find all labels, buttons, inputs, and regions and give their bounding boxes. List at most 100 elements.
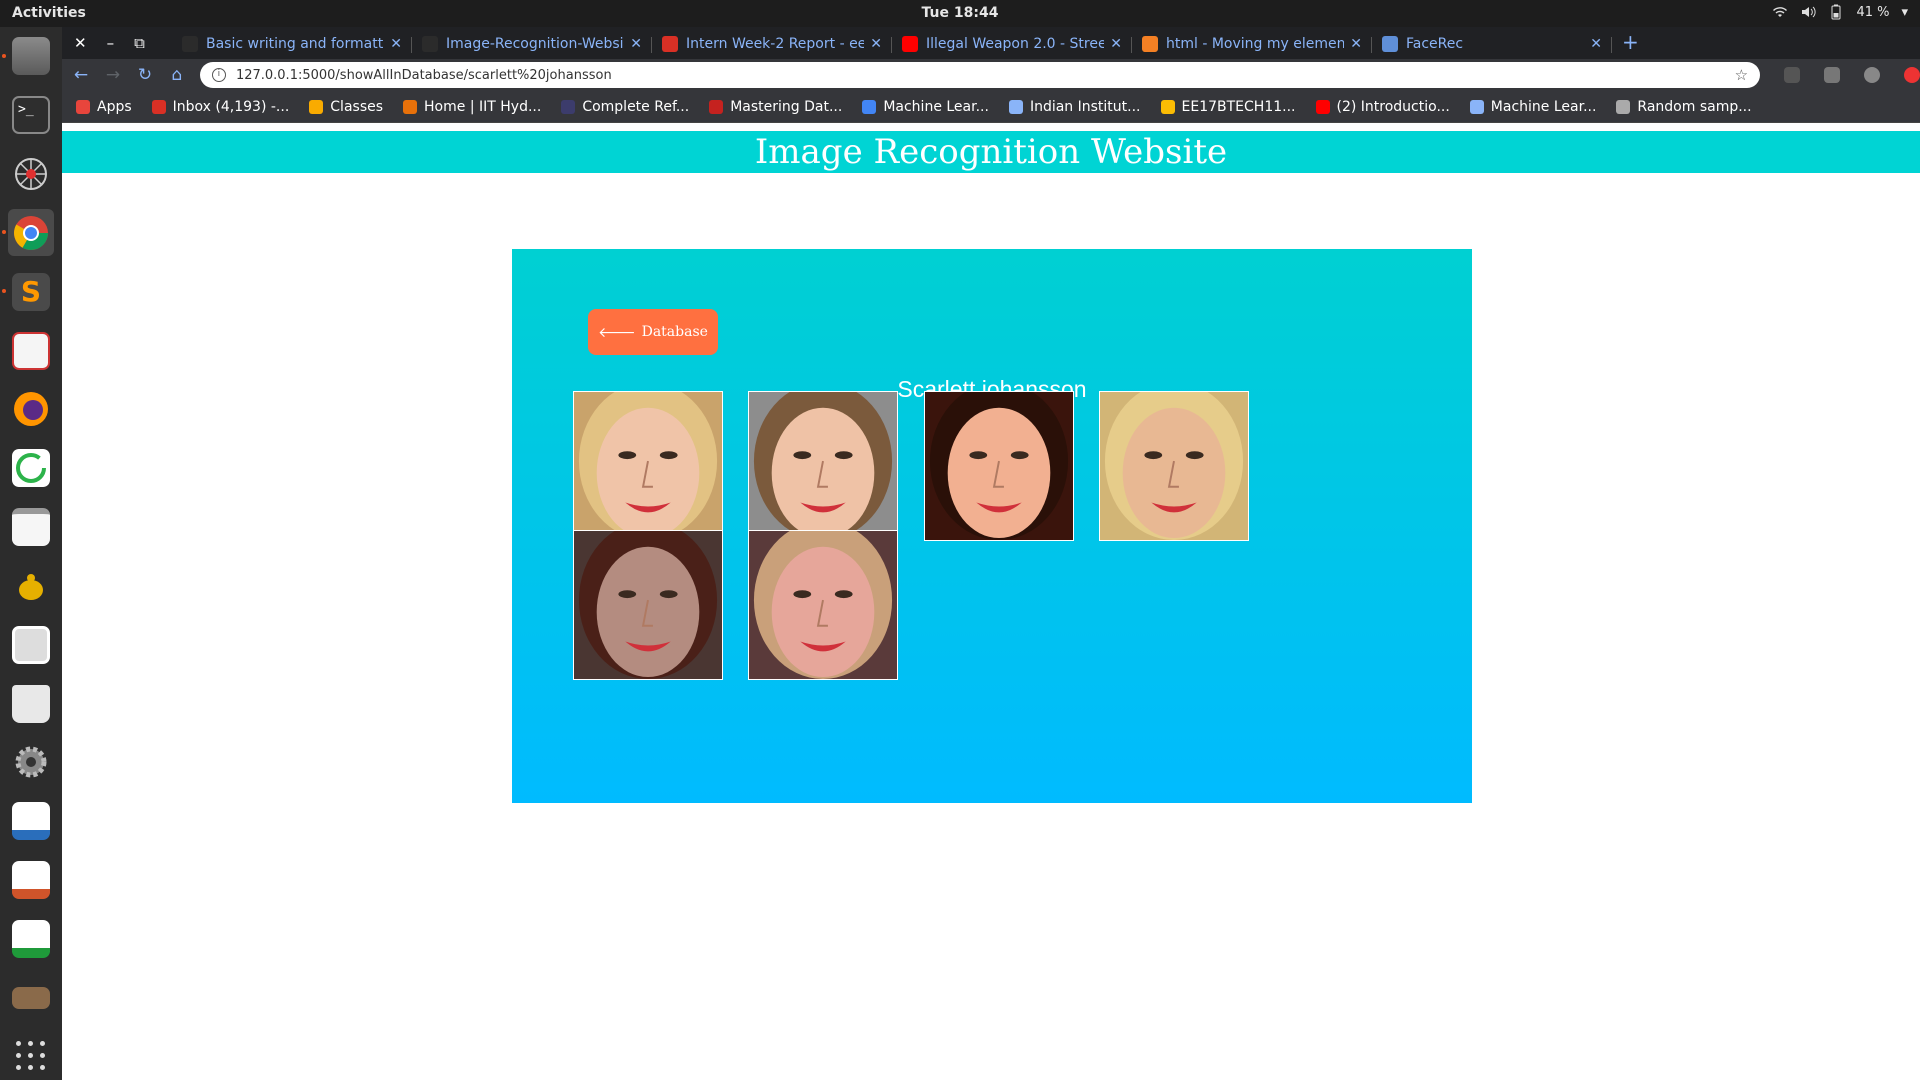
tab-3[interactable]: Illegal Weapon 2.0 - Street ✕	[892, 29, 1132, 59]
show-applications[interactable]	[8, 1033, 54, 1080]
dock-evince[interactable]	[8, 327, 54, 374]
writer-icon	[12, 802, 50, 841]
dock-text-editor[interactable]	[8, 504, 54, 551]
evince-icon	[12, 331, 50, 370]
restore-window-icon[interactable]: ⧉	[134, 34, 145, 52]
app-grid-icon	[16, 1041, 46, 1071]
dock: >_ S	[0, 27, 62, 1080]
tab-5[interactable]: FaceRec ✕	[1372, 29, 1612, 59]
tab-close-icon[interactable]: ✕	[630, 36, 642, 52]
forward-icon[interactable]: →	[104, 65, 122, 85]
dock-firefox[interactable]	[8, 386, 54, 433]
spiderweb-icon	[15, 158, 47, 191]
extension-icon[interactable]	[1784, 67, 1801, 83]
teapot-icon	[19, 573, 43, 600]
bookmark-7[interactable]: Indian Institut...	[1008, 98, 1141, 115]
tab-close-icon[interactable]: ✕	[870, 36, 882, 52]
bookmark-9[interactable]: (2) Introductio...	[1315, 98, 1450, 115]
dock-terminal[interactable]: >_	[8, 92, 54, 139]
bookmark-label: Apps	[97, 98, 132, 115]
browser-window: ✕ – ⧉ Basic writing and formatti ✕ Image-R…	[62, 27, 1920, 1080]
bookmark-6[interactable]: Machine Lear...	[862, 99, 989, 115]
files-icon	[12, 37, 50, 76]
bookmark-10[interactable]: Machine Lear...	[1469, 99, 1596, 115]
bookmark-label: EE17BTECH11...	[1181, 98, 1296, 115]
face-photo[interactable]	[748, 391, 898, 541]
bookmark-label: Home | IIT Hyd...	[424, 98, 542, 115]
profile-avatar[interactable]	[1864, 67, 1881, 83]
tab-4[interactable]: html - Moving my element ✕	[1132, 29, 1372, 59]
face-photo[interactable]	[1099, 391, 1249, 541]
dock-sublime[interactable]: S	[2, 268, 54, 315]
bookmark-star-icon[interactable]: ☆	[1735, 66, 1748, 84]
toolbar: ← → ↻ ⌂ i 127.0.0.1:5000/showAllInDataba…	[62, 59, 1920, 91]
face-photo[interactable]	[924, 391, 1074, 541]
sublime-icon: S	[12, 272, 50, 311]
new-tab-icon[interactable]: +	[1622, 30, 1639, 54]
dock-calc[interactable]	[8, 915, 54, 962]
tab-favicon-icon	[182, 36, 198, 52]
dock-archive[interactable]	[8, 974, 54, 1021]
face-photo[interactable]	[573, 530, 723, 680]
dock-settings[interactable]	[8, 739, 54, 786]
close-window-icon[interactable]: ✕	[74, 34, 87, 52]
database-button-label: Database	[641, 324, 708, 340]
bookmark-favicon-icon	[561, 99, 576, 114]
home-icon[interactable]: ⌂	[168, 65, 186, 85]
bookmark-5[interactable]: Mastering Dat...	[709, 99, 842, 115]
bookmark-favicon-icon	[403, 99, 418, 114]
update-icon[interactable]	[1904, 67, 1920, 83]
tab-favicon-icon	[1142, 36, 1158, 52]
face-image	[1100, 392, 1248, 540]
bookmark-8[interactable]: EE17BTECH11...	[1160, 98, 1296, 115]
bookmark-favicon-icon	[151, 99, 166, 114]
bookmark-favicon-icon	[1160, 99, 1175, 114]
dock-teapot[interactable]	[8, 562, 54, 609]
bookmark-2[interactable]: Classes	[309, 99, 383, 115]
dock-image-viewer[interactable]	[8, 621, 54, 668]
tab-2[interactable]: Intern Week-2 Report - ee ✕	[652, 29, 892, 59]
bookmark-11[interactable]: Random samp...	[1616, 99, 1752, 115]
tab-0[interactable]: Basic writing and formatti ✕	[172, 29, 412, 59]
reload-icon[interactable]: ↻	[136, 65, 154, 85]
bookmarks-bar: Apps Inbox (4,193) -... Classes Home | IIT …	[62, 91, 1920, 123]
tab-title: Illegal Weapon 2.0 - Street	[926, 36, 1105, 52]
bookmark-favicon-icon	[1008, 99, 1023, 114]
minimize-window-icon[interactable]: –	[107, 34, 115, 52]
bookmark-favicon-icon	[1616, 99, 1631, 114]
dock-software[interactable]	[8, 680, 54, 727]
dock-files[interactable]	[2, 33, 54, 80]
tab-close-icon[interactable]: ✕	[1110, 36, 1122, 52]
tab-1[interactable]: Image-Recognition-Websi ✕	[412, 29, 652, 59]
face-image	[574, 392, 722, 540]
tab-favicon-icon	[662, 36, 678, 52]
dock-circle-app[interactable]	[8, 445, 54, 492]
address-bar[interactable]: i 127.0.0.1:5000/showAllInDatabase/scarl…	[199, 62, 1761, 88]
back-icon[interactable]: ←	[72, 65, 90, 85]
face-photo[interactable]	[748, 530, 898, 680]
dock-impress[interactable]	[8, 857, 54, 904]
database-back-button[interactable]: 🡐 Database	[588, 309, 718, 355]
tab-close-icon[interactable]: ✕	[1590, 36, 1602, 52]
dock-spiderweb[interactable]	[8, 151, 54, 198]
bookmark-3[interactable]: Home | IIT Hyd...	[403, 99, 541, 115]
site-info-icon[interactable]: i	[211, 68, 226, 82]
site-header: Image Recognition Website	[62, 131, 1920, 173]
face-photo[interactable]	[573, 391, 723, 541]
system-tray[interactable]: 41 % ▾	[1772, 4, 1908, 20]
face-image	[749, 392, 897, 540]
clock[interactable]: Tue 18:44	[0, 5, 1920, 21]
dock-chrome[interactable]	[2, 209, 54, 257]
image-viewer-icon	[12, 625, 50, 664]
tab-strip: ✕ – ⧉ Basic writing and formatti ✕ Image-R…	[62, 27, 1920, 59]
dock-writer[interactable]	[8, 798, 54, 845]
tab-close-icon[interactable]: ✕	[390, 36, 402, 52]
system-top-bar: Activities Tue 18:44 41 % ▾	[0, 0, 1920, 27]
bookmark-0[interactable]: Apps	[76, 99, 132, 115]
bookmark-label: Indian Institut...	[1029, 98, 1141, 115]
tab-close-icon[interactable]: ✕	[1350, 36, 1362, 52]
bookmark-1[interactable]: Inbox (4,193) -...	[151, 99, 289, 115]
bookmark-label: (2) Introductio...	[1336, 98, 1450, 115]
bookmark-4[interactable]: Complete Ref...	[561, 99, 689, 115]
cast-icon[interactable]	[1824, 67, 1841, 83]
